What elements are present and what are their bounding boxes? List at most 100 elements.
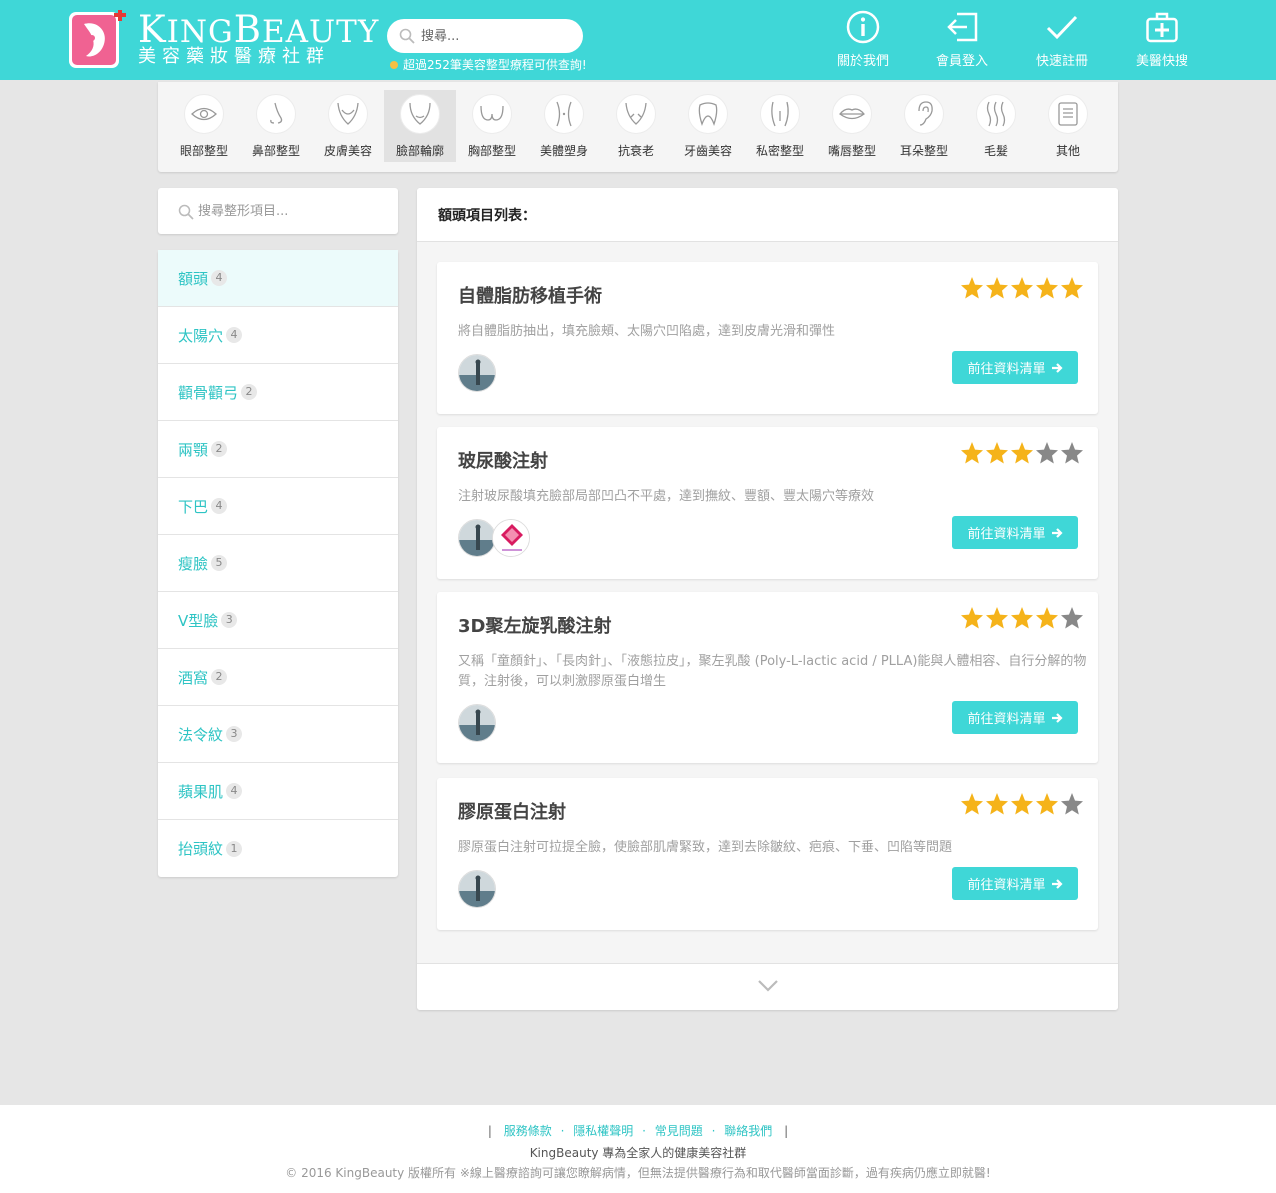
procedure-title[interactable]: 膠原蛋白注射 xyxy=(458,798,566,824)
category-ear[interactable]: 耳朵整型 xyxy=(888,90,960,162)
procedure-card: 3D聚左旋乳酸注射 又稱「童顏針」、「長肉針」、「液態拉皮」，聚左乳酸 (Pol… xyxy=(437,592,1098,763)
star-filled-icon xyxy=(961,277,983,299)
count-badge: 2 xyxy=(211,441,228,457)
category-body[interactable]: 美體塑身 xyxy=(528,90,600,162)
sidebar-item-forehead[interactable]: 額頭 4 xyxy=(158,250,398,307)
category-hair[interactable]: 毛髮 xyxy=(960,90,1032,162)
count-badge: 4 xyxy=(226,783,243,799)
nav-register-label: 快速註冊 xyxy=(1035,54,1088,69)
category-skin[interactable]: 皮膚美容 xyxy=(312,90,384,162)
header-search[interactable] xyxy=(387,19,583,53)
brand-name[interactable]: KINGBEAUTY 美容藥妝醫療社群 xyxy=(138,8,380,67)
star-filled-icon xyxy=(986,442,1008,464)
footer-tagline: KingBeauty 專為全家人的健康美容社群 xyxy=(529,1146,747,1160)
brand-logo-icon[interactable] xyxy=(68,9,128,70)
star-filled-icon xyxy=(1011,277,1033,299)
procedure-card: 玻尿酸注射 注射玻尿酸填充臉部局部凹凸不平處，達到撫紋、豐額、豐太陽穴等療效 前… xyxy=(437,427,1098,579)
nav-quick-search-label: 美醫快搜 xyxy=(1135,54,1188,69)
count-badge: 5 xyxy=(211,555,228,571)
clinic-avatars xyxy=(458,519,530,557)
category-other[interactable]: 其他 xyxy=(1032,90,1104,162)
sidebar-item-slim-face[interactable]: 瘦臉 5 xyxy=(158,535,398,592)
count-badge: 4 xyxy=(211,498,228,514)
clinic-avatar[interactable] xyxy=(458,704,496,742)
sidebar-item-jaw[interactable]: 兩顎 2 xyxy=(158,421,398,478)
star-filled-icon xyxy=(961,607,983,629)
sidebar-item-dimple[interactable]: 酒窩 2 xyxy=(158,649,398,706)
procedure-description: 將自體脂肪抽出，填充臉頰、太陽穴凹陷處，達到皮膚光滑和彈性 xyxy=(458,324,836,339)
category-face-contour[interactable]: 臉部輪廓 xyxy=(384,90,456,162)
brand-name-en: KINGBEAUTY xyxy=(138,8,380,51)
star-filled-icon xyxy=(986,607,1008,629)
category-private[interactable]: 私密整型 xyxy=(744,90,816,162)
info-icon xyxy=(846,10,880,44)
procedure-title[interactable]: 3D聚左旋乳酸注射 xyxy=(458,612,611,638)
star-rating xyxy=(959,441,1084,465)
other-icon xyxy=(1058,102,1078,126)
footer-link-terms[interactable]: 服務條款 xyxy=(504,1124,552,1138)
star-empty-icon xyxy=(1061,442,1083,464)
star-filled-icon xyxy=(961,442,983,464)
nav-login[interactable]: 會員登入 xyxy=(917,10,1007,69)
sidebar-item-nasolabial[interactable]: 法令紋 3 xyxy=(158,706,398,763)
go-to-list-button[interactable]: 前往資料清單 xyxy=(952,701,1078,734)
nav-about[interactable]: 關於我們 xyxy=(818,10,908,69)
sidebar-item-cheekbone[interactable]: 顴骨顴弓 2 xyxy=(158,364,398,421)
star-filled-icon xyxy=(1011,793,1033,815)
star-empty-icon xyxy=(1061,607,1083,629)
sidebar-item-apple-cheek[interactable]: 蘋果肌 4 xyxy=(158,763,398,820)
procedure-title[interactable]: 玻尿酸注射 xyxy=(458,447,548,473)
anti-aging-icon xyxy=(625,102,647,125)
category-eye[interactable]: 眼部整型 xyxy=(168,90,240,162)
star-filled-icon xyxy=(1036,793,1058,815)
count-badge: 3 xyxy=(226,726,243,742)
nose-icon xyxy=(270,102,283,124)
category-lips[interactable]: 嘴唇整型 xyxy=(816,90,888,162)
sidebar-search[interactable] xyxy=(158,188,398,234)
procedure-card: 膠原蛋白注射 膠原蛋白注射可拉提全臉，使臉部肌膚緊致，達到去除皺紋、疤痕、下垂、… xyxy=(437,778,1098,930)
header-search-input[interactable] xyxy=(421,25,571,47)
category-anti-aging[interactable]: 抗衰老 xyxy=(600,90,672,162)
sidebar-item-chin[interactable]: 下巴 4 xyxy=(158,478,398,535)
clinic-avatar[interactable] xyxy=(458,870,496,908)
nav-register[interactable]: 快速註冊 xyxy=(1017,10,1107,69)
clinic-avatar[interactable] xyxy=(492,519,530,557)
category-nose[interactable]: 鼻部整型 xyxy=(240,90,312,162)
sidebar-item-forehead-lines[interactable]: 抬頭紋 1 xyxy=(158,820,398,877)
clinic-avatar[interactable] xyxy=(458,354,496,392)
hair-icon xyxy=(986,101,1006,127)
sidebar-item-v-face[interactable]: V型臉 3 xyxy=(158,592,398,649)
sidebar-item-temple[interactable]: 太陽穴 4 xyxy=(158,307,398,364)
go-to-list-button[interactable]: 前往資料清單 xyxy=(952,867,1078,900)
category-chest[interactable]: 胸部整型 xyxy=(456,90,528,162)
star-filled-icon xyxy=(986,277,1008,299)
procedure-title[interactable]: 自體脂肪移植手術 xyxy=(458,282,602,308)
footer-link-privacy[interactable]: 隱私權聲明 xyxy=(573,1124,633,1138)
go-to-list-button[interactable]: 前往資料清單 xyxy=(952,516,1078,549)
eye-icon xyxy=(191,107,217,121)
star-rating xyxy=(959,792,1084,816)
star-filled-icon xyxy=(986,793,1008,815)
clinic-avatar[interactable] xyxy=(458,519,496,557)
footer-copyright: © 2016 KingBeauty 版權所有 ※線上醫療諮詢可讓您瞭解病情，但無… xyxy=(285,1166,991,1180)
count-badge: 2 xyxy=(211,669,228,685)
search-icon xyxy=(399,28,415,44)
hint-dot-icon xyxy=(390,61,398,69)
nav-quick-search[interactable]: 美醫快搜 xyxy=(1117,10,1207,69)
category-tooth[interactable]: 牙齒美容 xyxy=(672,90,744,162)
sidebar-search-input[interactable] xyxy=(198,200,378,222)
go-to-list-button[interactable]: 前往資料清單 xyxy=(952,351,1078,384)
nav-about-label: 關於我們 xyxy=(836,54,889,69)
search-icon xyxy=(178,204,194,220)
star-empty-icon xyxy=(1036,442,1058,464)
footer-link-contact[interactable]: 聯絡我們 xyxy=(724,1124,772,1138)
face-contour-icon xyxy=(409,102,431,125)
star-filled-icon xyxy=(961,793,983,815)
chevron-down-icon xyxy=(758,980,778,992)
footer-link-faq[interactable]: 常見問題 xyxy=(655,1124,703,1138)
panel-heading: 額頭項目列表： xyxy=(417,188,1118,242)
load-more-button[interactable] xyxy=(417,963,1118,1010)
brand-name-zh: 美容藥妝醫療社群 xyxy=(138,46,330,67)
procedure-description: 又稱「童顏針」、「長肉針」、「液態拉皮」，聚左乳酸 (Poly-L-lactic… xyxy=(458,654,1087,689)
procedure-description: 膠原蛋白注射可拉提全臉，使臉部肌膚緊致，達到去除皺紋、疤痕、下垂、凹陷等問題 xyxy=(458,840,953,855)
